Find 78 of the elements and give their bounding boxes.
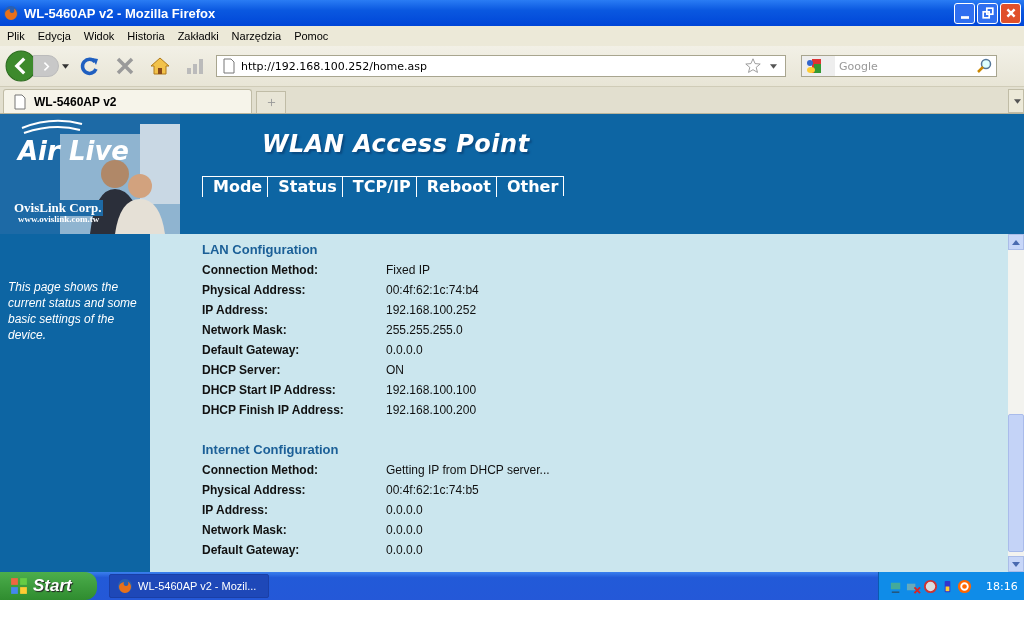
field-label: Physical Address: — [202, 282, 307, 299]
taskbar-button[interactable]: WL-5460AP v2 - Mozil... — [109, 574, 269, 598]
home-icon[interactable] — [150, 56, 170, 76]
update-icon[interactable] — [957, 578, 972, 594]
dropdown-icon[interactable] — [62, 63, 69, 69]
field-label: Physical Address: — [202, 482, 307, 499]
menu-item[interactable]: Edycja — [32, 30, 76, 42]
nav-link[interactable]: Reboot — [415, 176, 496, 197]
menu-item[interactable]: Widok — [78, 30, 120, 42]
restore-button[interactable] — [977, 2, 998, 24]
scroll-up-icon[interactable] — [1012, 239, 1020, 245]
scroll-down-icon[interactable] — [1012, 561, 1020, 567]
logo-company: OvisLink Corp. — [12, 200, 104, 216]
nav-link[interactable]: Mode — [202, 176, 268, 197]
page-icon — [14, 93, 26, 110]
nav-link[interactable]: Status — [267, 176, 342, 197]
field-value: 00:4f:62:1c:74:b4 — [386, 282, 479, 299]
nav-link[interactable]: TCP/IP — [341, 176, 416, 197]
tab-title: WL-5460AP v2 — [34, 94, 117, 109]
field-value: 00:4f:62:1c:74:b5 — [386, 482, 479, 499]
logo-website: www.ovislink.com.tw — [18, 214, 100, 224]
dropdown-icon[interactable] — [770, 63, 777, 69]
field-label: DHCP Start IP Address: — [202, 382, 337, 399]
search-engine-icon[interactable] — [802, 56, 835, 76]
field-value: 0.0.0.0 — [386, 542, 423, 559]
field-value: 255.255.255.0 — [386, 322, 463, 339]
logo-brand: Air Live — [18, 136, 129, 166]
field-label: Connection Method: — [202, 462, 319, 479]
page-icon — [223, 58, 235, 74]
plus-icon — [266, 98, 276, 107]
tab-list-button[interactable] — [1008, 89, 1024, 113]
field-label: Default Gateway: — [202, 342, 301, 359]
field-value: 0.0.0.0 — [386, 522, 423, 539]
field-label: Network Mask: — [202, 522, 288, 539]
minimize-icon — [960, 15, 969, 19]
close-button[interactable] — [1000, 2, 1021, 24]
caret-icon — [1014, 98, 1021, 104]
stop-icon[interactable] — [115, 56, 135, 76]
field-value: 0.0.0.0 — [386, 502, 423, 519]
field-value: 0.0.0.0 — [386, 342, 423, 359]
field-label: Network Mask: — [202, 322, 288, 339]
scrollbar[interactable] — [1008, 234, 1024, 572]
firefox-icon — [3, 5, 19, 21]
section-title: Internet Configuration — [202, 442, 340, 459]
field-value: 192.168.100.200 — [386, 402, 477, 419]
reload-icon[interactable] — [80, 56, 100, 76]
menu-item[interactable]: Zakładki — [172, 30, 224, 42]
windows-flag-icon — [10, 577, 28, 595]
nav-link[interactable]: Other — [495, 176, 564, 197]
signal-bars-icon — [185, 56, 205, 76]
clock: 18:16 — [986, 579, 1018, 593]
star-icon[interactable] — [745, 58, 761, 74]
field-value: Fixed IP — [386, 262, 430, 279]
field-label: DHCP Finish IP Address: — [202, 402, 345, 419]
minimize-button[interactable] — [954, 2, 975, 24]
field-value: Getting IP from DHCP server... — [386, 462, 550, 479]
field-label: IP Address: — [202, 302, 270, 319]
menu-item[interactable]: Pomoc — [289, 30, 334, 42]
field-value: ON — [386, 362, 404, 379]
menu-item[interactable]: Plik — [2, 30, 30, 42]
field-label: DHCP Server: — [202, 362, 282, 379]
close-icon — [1004, 7, 1017, 19]
section-title: LAN Configuration — [202, 242, 319, 259]
restore-icon — [981, 7, 994, 19]
help-text: This page shows the current status and some basic settings of the device. — [8, 279, 138, 343]
menu-item[interactable]: Narzędzia — [226, 30, 287, 42]
firefox-icon — [117, 578, 133, 594]
field-value: 192.168.100.100 — [386, 382, 477, 399]
field-label: IP Address: — [202, 502, 270, 519]
search-icon[interactable] — [976, 58, 992, 74]
window-title: WL-5460AP v2 - Mozilla Firefox — [24, 5, 217, 21]
browser-tab[interactable]: WL-5460AP v2 — [3, 89, 252, 113]
field-value: 192.168.100.252 — [386, 302, 477, 319]
address-field[interactable]: http://192.168.100.252/home.asp — [216, 55, 786, 77]
field-label: Connection Method: — [202, 262, 319, 279]
field-label: Default Gateway: — [202, 542, 301, 559]
page-title: WLAN Access Point — [262, 130, 531, 158]
menu-item[interactable]: Historia — [122, 30, 170, 42]
